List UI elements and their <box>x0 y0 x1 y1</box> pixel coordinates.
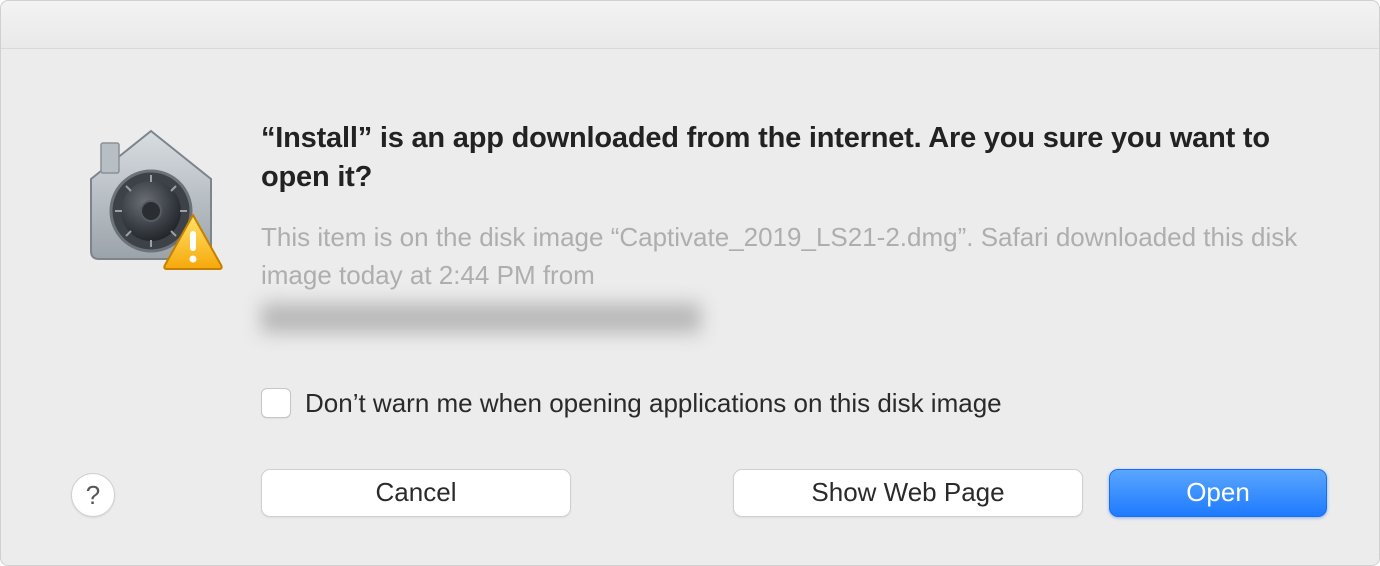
content-column: “Install” is an app downloaded from the … <box>261 79 1347 517</box>
icon-column <box>41 79 261 279</box>
open-button[interactable]: Open <box>1109 469 1327 517</box>
dialog-description: This item is on the disk image “Captivat… <box>261 219 1327 294</box>
dialog-headline: “Install” is an app downloaded from the … <box>261 119 1327 197</box>
show-web-page-button[interactable]: Show Web Page <box>733 469 1083 517</box>
button-row: Cancel Show Web Page Open <box>261 469 1327 517</box>
dont-warn-checkbox-label: Don’t warn me when opening applications … <box>305 388 1002 419</box>
gatekeeper-dialog: “Install” is an app downloaded from the … <box>0 0 1380 566</box>
dont-warn-checkbox[interactable] <box>261 388 291 418</box>
cancel-button[interactable]: Cancel <box>261 469 571 517</box>
gatekeeper-warning-icon <box>71 119 231 279</box>
dialog-titlebar <box>1 1 1379 49</box>
help-button[interactable]: ? <box>71 473 115 517</box>
dont-warn-checkbox-row: Don’t warn me when opening applications … <box>261 388 1327 419</box>
dialog-body: “Install” is an app downloaded from the … <box>1 49 1379 557</box>
redacted-source-domain <box>261 303 701 333</box>
